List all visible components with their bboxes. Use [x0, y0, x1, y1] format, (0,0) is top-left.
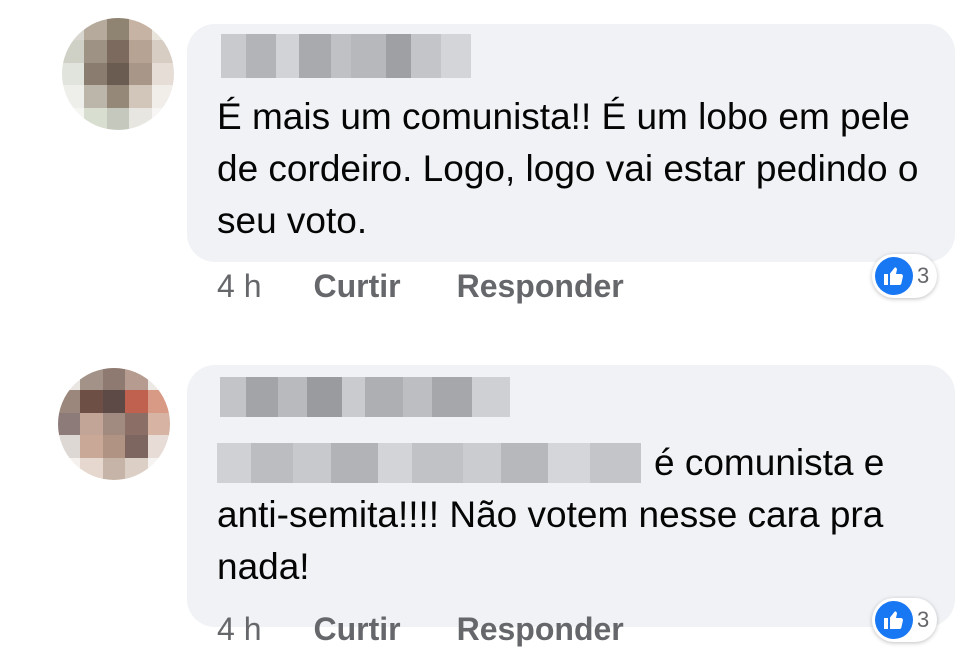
thumbs-up-icon: [875, 601, 913, 639]
reaction-summary[interactable]: 3: [872, 254, 938, 298]
comment: É mais um comunista!! É um lobo em pele …: [0, 0, 960, 330]
avatar[interactable]: [62, 18, 174, 130]
comment-text: É mais um comunista!! É um lobo em pele …: [217, 96, 919, 241]
reply-link[interactable]: Responder: [457, 611, 624, 648]
comment-actions: 4 h Curtir Responder: [217, 611, 624, 648]
comment-timestamp[interactable]: 4 h: [217, 268, 261, 305]
comment-bubble: é comunista e anti-semita!!!! Não votem …: [187, 365, 955, 627]
reaction-count: 3: [917, 607, 930, 632]
redacted-author-name: [220, 377, 510, 417]
comment-text: é comunista e anti-semita!!!! Não votem …: [217, 437, 925, 593]
reaction-count: 3: [917, 263, 930, 288]
comment-bubble: É mais um comunista!! É um lobo em pele …: [187, 24, 955, 262]
redacted-author-name: [221, 34, 471, 78]
like-link[interactable]: Curtir: [313, 611, 400, 648]
comment-text-content: é comunista e anti-semita!!!! Não votem …: [217, 442, 885, 587]
comment-actions: 4 h Curtir Responder: [217, 268, 624, 305]
avatar[interactable]: [58, 368, 170, 480]
reply-link[interactable]: Responder: [457, 268, 624, 305]
comment-timestamp[interactable]: 4 h: [217, 611, 261, 648]
comment: é comunista e anti-semita!!!! Não votem …: [0, 340, 960, 655]
like-link[interactable]: Curtir: [313, 268, 400, 305]
reaction-summary[interactable]: 3: [872, 598, 938, 642]
thumbs-up-icon: [875, 257, 913, 295]
